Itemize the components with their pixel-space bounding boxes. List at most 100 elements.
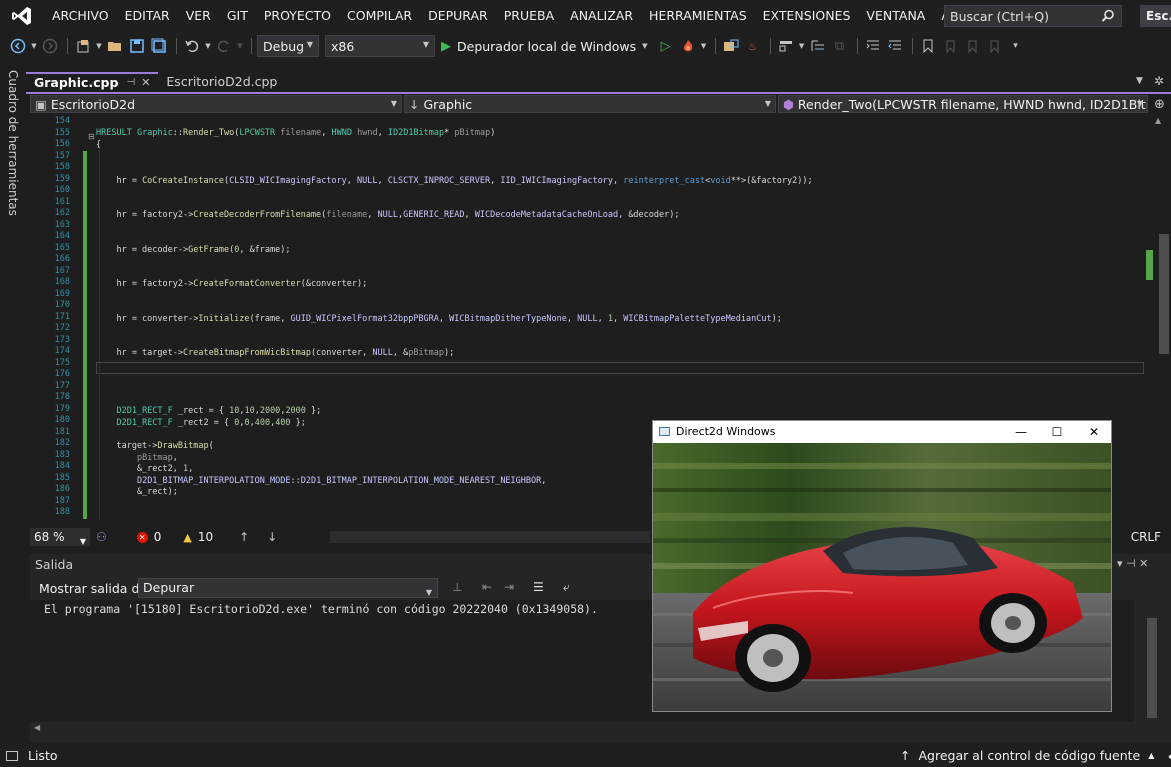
menu-item-extensiones[interactable]: EXTENSIONES [755, 0, 859, 32]
outdent-icon[interactable] [885, 36, 905, 56]
previous-issue-icon[interactable]: ↑ [239, 530, 249, 544]
scrollbar-thumb[interactable] [1159, 234, 1169, 354]
scroll-up-icon[interactable]: ▲ [1155, 116, 1161, 125]
pin-icon[interactable]: ⊣ [126, 74, 135, 92]
line-number: 154 [54, 116, 70, 126]
project-select[interactable]: ▣ EscritorioD2d ▼ [30, 95, 402, 113]
close-button[interactable]: ✕ [1079, 423, 1109, 441]
toolbox-side-tab[interactable]: Cuadro de herramientas [0, 60, 26, 744]
menu-item-ventana[interactable]: VENTANA [858, 0, 933, 32]
scroll-left-icon[interactable]: ◀ [34, 723, 40, 732]
menu-item-archivo[interactable]: ARCHIVO [44, 0, 117, 32]
save-icon[interactable] [127, 36, 147, 56]
user-button[interactable]: Esc... [1140, 5, 1171, 27]
zoom-select[interactable]: 68 % ▼ [30, 528, 90, 546]
step-into-icon[interactable] [808, 36, 828, 56]
maximize-button[interactable]: ☐ [1042, 423, 1072, 441]
solution-explorer-icon[interactable] [721, 36, 741, 56]
dropdown-chevron-icon[interactable]: ▼ [700, 36, 708, 56]
toolbar-separator [176, 38, 177, 54]
direct2d-window[interactable]: Direct2d Windows — ☐ ✕ [652, 420, 1112, 712]
start-without-debugging-icon[interactable]: ▷ [656, 36, 676, 56]
clear-all-icon[interactable]: ☰ [533, 580, 544, 594]
tab-graphic-cpp[interactable]: Graphic.cpp ⊣ ✕ [26, 72, 159, 92]
toolbar: ▼ ▼ ▼ ▼ Debug ▼ x86 ▼ ▶ Depurador local … [0, 32, 1171, 60]
tab-escritoriod2d-cpp[interactable]: EscritorioD2d.cpp [158, 72, 285, 92]
dropdown-chevron-icon[interactable]: ▼ [204, 36, 212, 56]
bookmark-icon[interactable] [918, 36, 938, 56]
change-marker [83, 300, 87, 312]
editor-vertical-scrollbar[interactable]: ▲ [1145, 114, 1171, 528]
back-icon[interactable] [8, 36, 28, 56]
line-number: 181 [54, 426, 70, 437]
menu-item-prueba[interactable]: PRUEBA [496, 0, 562, 32]
close-icon[interactable]: ✕ [141, 74, 150, 92]
step-over-icon[interactable]: ⧉ [830, 36, 850, 56]
fire-icon[interactable]: ♨ [743, 36, 763, 56]
scope-select[interactable]: ↓ Graphic ▼ [404, 95, 776, 113]
split-icon[interactable]: ⊕ [1154, 97, 1165, 112]
zoom-value: 68 % [34, 530, 65, 544]
line-number: 166 [54, 254, 70, 264]
undo-icon[interactable] [182, 36, 202, 56]
menu-item-herramientas[interactable]: HERRAMIENTAS [641, 0, 755, 32]
word-wrap-icon[interactable]: ⤶ [563, 580, 570, 595]
open-folder-icon[interactable] [105, 36, 125, 56]
output-horizontal-scrollbar[interactable]: ◀ [30, 722, 1134, 736]
window-titlebar[interactable]: Direct2d Windows — ☐ ✕ [653, 421, 1111, 443]
gear-icon[interactable]: ✲ [1154, 74, 1164, 88]
platform-select[interactable]: x86 ▼ [325, 35, 435, 57]
dropdown-chevron-icon[interactable]: ▼ [236, 36, 244, 56]
start-debugging-button[interactable]: ▶ Depurador local de Windows ▼ [441, 35, 648, 57]
member-select[interactable]: ⬢ Render_Two(LPCWSTR filename, HWND hwnd… [778, 95, 1148, 113]
previous-message-icon[interactable]: ⇤ [482, 580, 492, 594]
new-project-icon[interactable] [73, 36, 93, 56]
dropdown-chevron-icon[interactable]: ▼ [30, 36, 38, 56]
error-count[interactable]: ✕ 0 [136, 530, 161, 544]
change-marker [83, 426, 87, 439]
warning-count[interactable]: ▲ 10 [183, 530, 213, 544]
visual-studio-logo-icon[interactable] [0, 0, 44, 32]
forward-icon[interactable] [40, 36, 60, 56]
next-bookmark-icon[interactable] [962, 36, 982, 56]
tab-list-dropdown-icon[interactable]: ▼ [1136, 76, 1143, 86]
configuration-select[interactable]: Debug ▼ [257, 35, 319, 57]
redo-icon[interactable] [214, 36, 234, 56]
collapse-icon[interactable]: ⊟ [88, 132, 95, 141]
clear-bookmarks-icon[interactable] [984, 36, 1004, 56]
editor-horizontal-scrollbar[interactable] [330, 531, 650, 543]
dropdown-chevron-icon[interactable]: ▼ [798, 36, 806, 56]
layout-icon[interactable] [776, 36, 796, 56]
pin-icon[interactable]: ▾ ⊣ ✕ [1117, 557, 1148, 570]
menu-item-analizar[interactable]: ANALIZAR [562, 0, 641, 32]
line-number: 174 [54, 346, 70, 356]
line-number: 172 [54, 323, 70, 333]
run-label: Depurador local de Windows [457, 38, 637, 54]
search-input[interactable]: Buscar (Ctrl+Q) [944, 5, 1122, 27]
output-source-select[interactable]: Depurar ▼ [138, 578, 438, 598]
output-vertical-scrollbar[interactable] [1134, 600, 1171, 722]
next-message-icon[interactable]: ⇥ [504, 580, 514, 594]
menu-item-ver[interactable]: VER [178, 0, 219, 32]
menu-item-editar[interactable]: EDITAR [117, 0, 178, 32]
line-ending-indicator[interactable]: CRLF [1131, 528, 1161, 546]
menu-item-compilar[interactable]: COMPILAR [339, 0, 420, 32]
dropdown-chevron-icon[interactable]: ▼ [95, 36, 103, 56]
minimize-button[interactable]: — [1006, 423, 1036, 441]
previous-bookmark-icon[interactable] [940, 36, 960, 56]
scrollbar-thumb[interactable] [1147, 618, 1157, 718]
add-to-source-control-button[interactable]: ↑ Agregar al control de código fuente ▲ … [900, 748, 1171, 763]
change-marker [83, 185, 87, 197]
hot-reload-icon[interactable] [678, 36, 698, 56]
menu-item-git[interactable]: GIT [219, 0, 256, 32]
find-message-icon[interactable]: ⊥ [452, 580, 462, 594]
menu-item-proyecto[interactable]: PROYECTO [256, 0, 339, 32]
line-number: 187 [54, 495, 70, 506]
indent-icon[interactable] [863, 36, 883, 56]
code-line: pBitmap, [136, 453, 178, 463]
menu-item-depurar[interactable]: DEPURAR [420, 0, 496, 32]
next-issue-icon[interactable]: ↓ [267, 530, 277, 544]
save-all-icon[interactable] [149, 36, 169, 56]
copilot-icon[interactable]: ⚇ [96, 530, 107, 544]
toolbar-overflow-icon[interactable]: ▾ [1006, 36, 1026, 56]
